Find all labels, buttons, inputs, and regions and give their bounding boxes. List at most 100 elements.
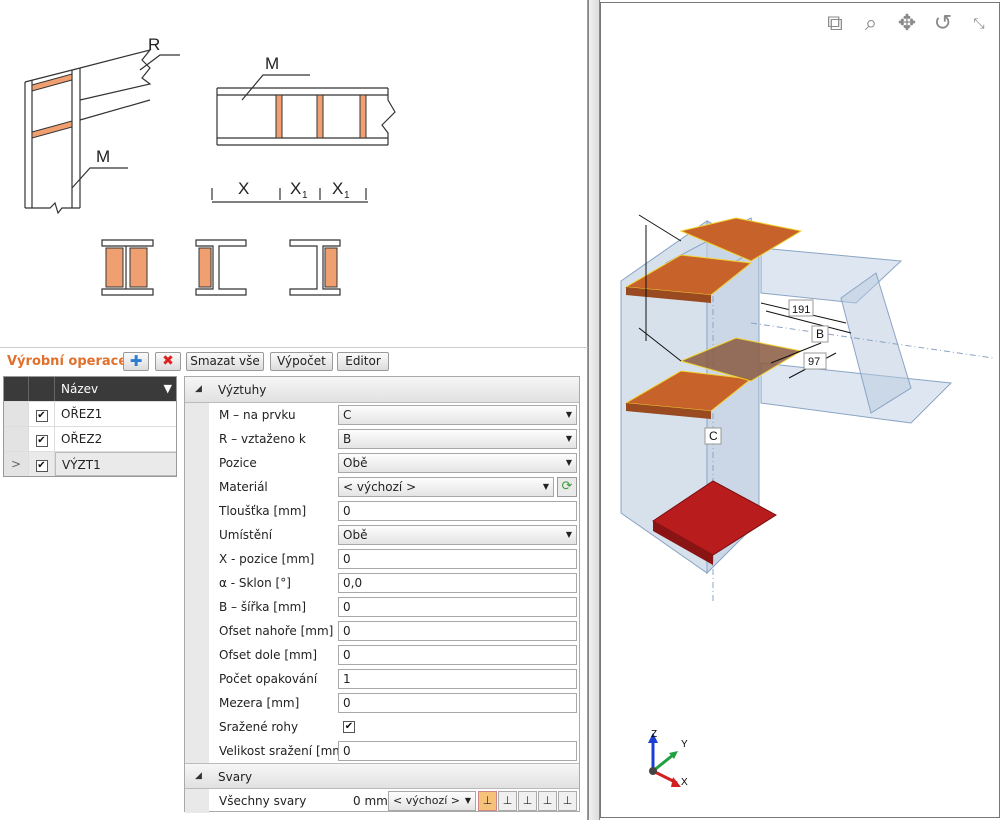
property-row: Umístění Obě ▼ — [185, 523, 579, 547]
dimension-191: 191 — [792, 304, 810, 316]
property-row: X - pozice [mm] 0 — [185, 547, 579, 571]
left-panel: R M M X X 1 X 1 Výrobní operace ✚ ✖ Smaz… — [0, 0, 588, 820]
property-row: B – šířka [mm] 0 — [185, 595, 579, 619]
property-input[interactable]: 0 — [338, 549, 577, 569]
chamfer-checkbox[interactable]: ✔ — [343, 721, 355, 733]
table-row-selected[interactable]: > ✔ VÝZT1 — [4, 451, 176, 476]
property-label: M – na prvku — [219, 408, 296, 422]
group-stiffeners[interactable]: ◢ Výztuhy — [185, 377, 579, 403]
property-label: R – vztaženo k — [219, 432, 306, 446]
delete-operation-button[interactable]: ✖ — [155, 352, 181, 371]
property-input[interactable]: 0 — [338, 741, 577, 761]
weld-type-flat-icon[interactable]: ⊥ — [558, 791, 577, 811]
property-input[interactable]: 0 — [338, 501, 577, 521]
property-value: 0 — [343, 696, 351, 710]
stiffener-schematics: R M M X X 1 X 1 — [24, 35, 396, 296]
group-stiffeners-label: Výztuhy — [218, 383, 267, 397]
column-name-label: Název — [61, 382, 99, 396]
add-operation-button[interactable]: ✚ — [123, 352, 149, 371]
property-select[interactable]: C ▼ — [338, 405, 577, 425]
label-x1-a-sub: 1 — [302, 190, 308, 201]
property-label: Ofset dole [mm] — [219, 648, 318, 662]
dimension-97: 97 — [808, 356, 820, 368]
collapse-icon[interactable]: ◢ — [195, 771, 202, 781]
collapse-icon[interactable]: ◢ — [195, 384, 202, 394]
label-c: C — [709, 429, 718, 443]
property-row: R – vztaženo k B ▼ — [185, 427, 579, 451]
property-label: X - pozice [mm] — [219, 552, 315, 566]
weld-size[interactable]: 0 mm — [353, 794, 388, 808]
label-m-top: M — [265, 54, 279, 73]
property-input[interactable]: 0,0 — [338, 573, 577, 593]
chevron-down-icon[interactable]: ▼ — [566, 454, 572, 472]
property-input[interactable]: 0 — [338, 693, 577, 713]
property-row: Počet opakování 1 — [185, 667, 579, 691]
axis-x-label: X — [681, 777, 688, 788]
chevron-down-icon[interactable]: ▼ — [566, 406, 572, 424]
property-select[interactable]: Obě ▼ — [338, 453, 577, 473]
delete-all-button[interactable]: Smazat vše — [186, 352, 264, 371]
weld-type-fillet-icon[interactable]: ⊥ — [478, 791, 497, 811]
group-welds[interactable]: ◢ Svary — [185, 763, 579, 789]
property-input[interactable]: 0 — [338, 597, 577, 617]
row-checkbox[interactable]: ✔ — [35, 410, 48, 422]
row-checkbox[interactable]: ✔ — [35, 435, 48, 447]
column-name-header[interactable]: Název ▼ — [55, 377, 176, 401]
row-checkbox[interactable]: ✔ — [35, 460, 48, 472]
chevron-down-icon[interactable]: ▼ — [566, 430, 572, 448]
property-value: 1 — [343, 672, 351, 686]
property-label: Ofset nahoře [mm] — [219, 624, 334, 638]
table-header: Název ▼ — [4, 377, 176, 401]
3d-viewer[interactable]: ⧉ ⌕ ✥ ↺ ⤡ 191 B 97 C Z Y X — [600, 2, 1000, 818]
chevron-down-icon[interactable]: ▼ — [543, 478, 549, 496]
property-row: Materiál < výchozí > ▼ ⟳ — [185, 475, 579, 499]
property-label: α - Sklon [°] — [219, 576, 291, 590]
group-welds-label: Svary — [218, 770, 253, 784]
label-x1-b: X — [332, 179, 343, 198]
compute-button[interactable]: Výpočet — [270, 352, 333, 371]
property-select[interactable]: Obě ▼ — [338, 525, 577, 545]
property-input[interactable]: 1 — [338, 669, 577, 689]
property-row: Ofset dole [mm] 0 — [185, 643, 579, 667]
property-value: 0 — [343, 600, 351, 614]
welds-row: Všechny svary 0 mm < výchozí > ▼ ⊥ ⊥ ⊥ ⊥ … — [185, 789, 579, 813]
operations-table: Název ▼ ✔ OŘEZ1 ✔ OŘEZ2 > ✔ VÝZT1 — [3, 376, 177, 477]
property-row: Ofset nahoře [mm] 0 — [185, 619, 579, 643]
weld-material-select[interactable]: < výchozí > ▼ — [388, 791, 476, 811]
table-row[interactable]: ✔ OŘEZ1 — [4, 401, 176, 426]
row-name: OŘEZ2 — [61, 432, 103, 446]
welds-label: Všechny svary — [219, 794, 307, 808]
property-input[interactable]: 0 — [338, 645, 577, 665]
property-label: Velikost sražení [mm] — [219, 744, 349, 758]
plus-icon: ✚ — [129, 352, 143, 370]
weld-type-bevel-icon[interactable]: ⊥ — [518, 791, 537, 811]
label-r: R — [148, 35, 160, 54]
refresh-icon[interactable]: ⟳ — [557, 477, 577, 497]
property-grid: ◢ Výztuhy M – na prvku C ▼ R – vztaženo k B ▼… — [184, 376, 580, 813]
property-value: 0,0 — [343, 576, 363, 590]
operations-title: Výrobní operace — [7, 354, 128, 369]
axis-y-label: Y — [681, 739, 688, 750]
panel-splitter[interactable] — [588, 0, 600, 820]
current-row-marker: > — [4, 452, 29, 476]
property-value: Obě — [343, 456, 368, 470]
editor-button[interactable]: Editor — [337, 352, 389, 371]
label-m-left: M — [96, 147, 110, 166]
property-select[interactable]: B ▼ — [338, 429, 577, 449]
chevron-down-icon[interactable]: ▼ — [566, 526, 572, 544]
property-row: Mezera [mm] 0 — [185, 691, 579, 715]
property-input[interactable]: 0 — [338, 621, 577, 641]
property-value: 0 — [343, 648, 351, 662]
weld-type-double-icon[interactable]: ⊥ — [498, 791, 517, 811]
table-row[interactable]: ✔ OŘEZ2 — [4, 426, 176, 451]
property-label: Tloušťka [mm] — [219, 504, 307, 518]
property-select[interactable]: < výchozí > ▼ — [338, 477, 554, 497]
property-row: Velikost sražení [mm] 0 — [185, 739, 579, 763]
property-row: Sražené rohy ✔ — [185, 715, 579, 739]
property-label: Mezera [mm] — [219, 696, 300, 710]
filter-icon[interactable]: ▼ — [164, 377, 172, 401]
property-row: Pozice Obě ▼ — [185, 451, 579, 475]
label-x1-b-sub: 1 — [344, 190, 350, 201]
weld-type-butt-icon[interactable]: ⊥ — [538, 791, 557, 811]
property-label: B – šířka [mm] — [219, 600, 307, 614]
